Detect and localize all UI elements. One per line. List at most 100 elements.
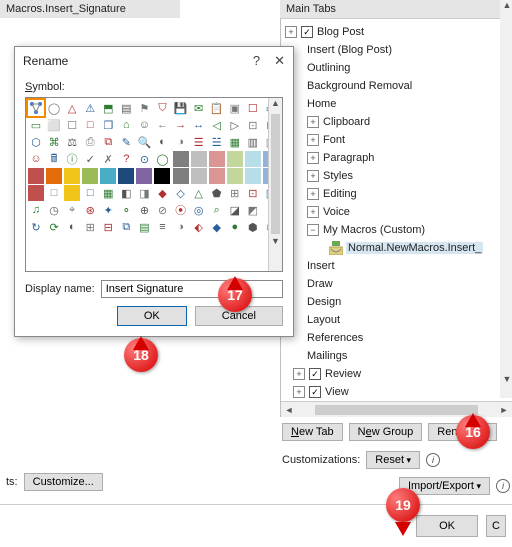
symbol-cell[interactable]: ⌖ — [64, 202, 80, 218]
tree-item[interactable]: Background Removal — [281, 77, 512, 95]
tree-vscrollbar[interactable]: ▲ ▼ — [500, 0, 512, 398]
symbol-cell[interactable]: ♫ — [28, 202, 44, 218]
symbol-cell[interactable]: ▷ — [227, 117, 243, 133]
symbol-cell[interactable] — [173, 168, 189, 184]
symbol-cell[interactable]: ◷ — [46, 202, 62, 218]
symbol-cell[interactable]: ⊛ — [82, 202, 98, 218]
options-ok-button[interactable]: OK — [416, 515, 478, 537]
symbol-cell[interactable]: ⧉ — [118, 219, 134, 235]
symbol-cell[interactable] — [64, 168, 80, 184]
tree-item[interactable]: +Paragraph — [281, 149, 512, 167]
symbol-cell[interactable] — [191, 168, 207, 184]
symbol-cell[interactable] — [209, 168, 225, 184]
symbol-cell[interactable]: 🔍 — [136, 134, 152, 150]
symbol-cell[interactable]: ◑ — [173, 219, 189, 235]
symbol-cell[interactable]: ⬖ — [191, 219, 207, 235]
symbol-cell[interactable]: ❐ — [100, 117, 116, 133]
symbol-cell[interactable]: 💾 — [173, 100, 189, 116]
symbol-cell[interactable]: ◯ — [154, 151, 170, 167]
info-icon[interactable]: i — [496, 479, 510, 493]
symbol-cell[interactable] — [82, 168, 98, 184]
symbol-cell[interactable]: ⓘ — [64, 151, 80, 167]
dialog-ok-button[interactable]: OK — [117, 306, 187, 326]
symbol-cell[interactable]: ↻ — [28, 219, 44, 235]
expand-icon[interactable]: + — [307, 206, 319, 218]
symbol-cell[interactable]: ◆ — [154, 185, 170, 201]
symbol-cell[interactable]: ⛉ — [154, 100, 170, 116]
tree-item[interactable]: Draw — [281, 275, 512, 293]
symbol-cell[interactable]: ◩ — [245, 202, 261, 218]
symbol-cell[interactable]: ▭ — [28, 117, 44, 133]
symbol-cell[interactable]: ◆ — [209, 219, 225, 235]
symbol-cell[interactable]: ⊕ — [136, 202, 152, 218]
symbol-cell[interactable]: ✎ — [118, 134, 134, 150]
symbol-cell[interactable]: ⌘ — [46, 134, 62, 150]
tree-item[interactable]: References — [281, 329, 512, 347]
symbol-cell[interactable]: ⊡ — [245, 117, 261, 133]
symbol-cell[interactable]: ▦ — [100, 185, 116, 201]
symbol-scroll[interactable]: ▲ ▼ — [268, 98, 282, 271]
dialog-titlebar[interactable]: Rename ? ✕ — [15, 47, 293, 75]
symbol-cell[interactable]: △ — [64, 100, 80, 116]
symbol-cell[interactable]: ● — [227, 219, 243, 235]
symbol-cell[interactable]: ☰ — [191, 134, 207, 150]
symbol-cell[interactable]: ⚬ — [118, 202, 134, 218]
symbol-cell[interactable]: △ — [191, 185, 207, 201]
symbol-cell[interactable]: ☱ — [209, 134, 225, 150]
symbol-cell[interactable] — [154, 168, 170, 184]
symbol-cell[interactable]: ◯ — [46, 100, 62, 116]
symbol-cell[interactable]: ⬜ — [46, 117, 62, 133]
symbol-cell[interactable]: ≡ — [154, 219, 170, 235]
symbol-cell[interactable]: → — [173, 117, 189, 133]
tree-item[interactable]: Outlining — [281, 59, 512, 77]
symbol-cell[interactable]: ◁ — [209, 117, 225, 133]
symbol-cell[interactable]: ◑ — [173, 134, 189, 150]
tree-item[interactable]: Design — [281, 293, 512, 311]
symbol-cell[interactable] — [209, 151, 225, 167]
scroll-up-icon[interactable]: ▲ — [500, 0, 512, 14]
symbol-cell[interactable]: ⊟ — [100, 219, 116, 235]
symbol-cell[interactable]: ⌂ — [118, 117, 134, 133]
symbol-cell[interactable]: ⌕ — [209, 202, 225, 218]
tree-item[interactable]: +✓Blog Post — [281, 23, 512, 41]
symbol-cell[interactable]: ☐ — [64, 117, 80, 133]
symbol-cell[interactable]: ▣ — [227, 100, 243, 116]
symbol-grid[interactable]: ◯△⚠⬒▤⚑⛉💾✉📋▣☐▭▭⬜☐□❐⌂☺←→↔◁▷⊡⊟⬡⌘⚖⎙⧉✎🔍◐◑☰☱▦▥… — [25, 97, 283, 272]
symbol-cell[interactable]: ◐ — [64, 219, 80, 235]
symbol-cell[interactable]: ✦ — [100, 202, 116, 218]
symbol-cell[interactable]: ⬡ — [28, 134, 44, 150]
scroll-thumb[interactable] — [271, 114, 280, 234]
customize-ribbon-tree[interactable]: +✓Blog PostInsert (Blog Post)OutliningBa… — [280, 19, 512, 417]
symbol-cell[interactable] — [28, 168, 44, 184]
tree-item[interactable]: Layout — [281, 311, 512, 329]
symbol-cell[interactable] — [100, 168, 116, 184]
checkbox[interactable]: ✓ — [309, 368, 321, 380]
symbol-cell[interactable]: ⦿ — [173, 202, 189, 218]
scroll-right-icon[interactable]: ► — [496, 405, 512, 415]
tree-item[interactable]: +✓Review — [281, 365, 512, 383]
checkbox[interactable]: ✓ — [309, 386, 321, 398]
symbol-cell[interactable]: ⚠ — [82, 100, 98, 116]
expand-icon[interactable]: + — [307, 188, 319, 200]
expand-icon[interactable]: + — [307, 170, 319, 182]
symbol-cell[interactable]: ☺ — [136, 117, 152, 133]
expand-icon[interactable]: + — [293, 368, 305, 380]
tree-item[interactable]: +Font — [281, 131, 512, 149]
symbol-cell[interactable]: ☐ — [245, 100, 261, 116]
symbol-cell[interactable]: ← — [154, 117, 170, 133]
tree-item[interactable]: Insert (Blog Post) — [281, 41, 512, 59]
expand-icon[interactable]: + — [307, 152, 319, 164]
display-name-input[interactable] — [101, 280, 283, 298]
checkbox[interactable]: ✓ — [301, 26, 313, 38]
reset-dropdown[interactable]: Reset — [366, 451, 420, 469]
symbol-cell[interactable]: 📋 — [209, 100, 225, 116]
tree-item[interactable]: +Editing — [281, 185, 512, 203]
expand-icon[interactable]: + — [293, 386, 305, 398]
symbol-cell[interactable] — [28, 100, 44, 116]
symbol-cell[interactable]: ◐ — [154, 134, 170, 150]
symbol-cell[interactable]: ⎙ — [82, 134, 98, 150]
symbol-cell[interactable]: ⊡ — [245, 185, 261, 201]
symbol-cell[interactable]: ⟳ — [46, 219, 62, 235]
symbol-cell[interactable] — [227, 168, 243, 184]
symbol-cell[interactable]: ▦ — [227, 134, 243, 150]
